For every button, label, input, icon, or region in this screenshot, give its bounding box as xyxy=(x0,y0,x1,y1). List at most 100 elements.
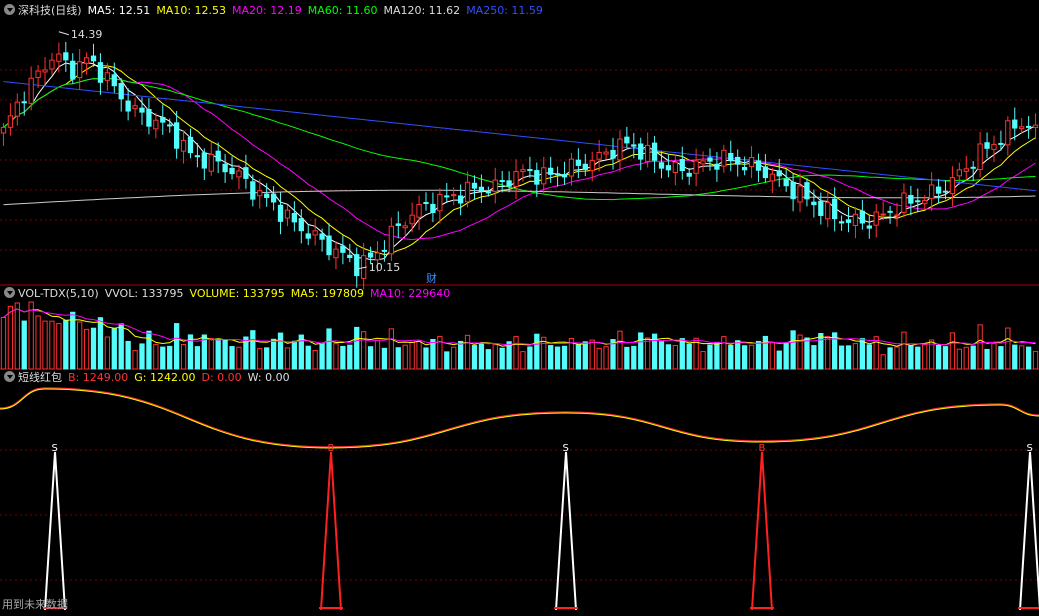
vol-legend-0: VOL-TDX(5,10) xyxy=(18,287,99,300)
volume-bar-28 xyxy=(194,346,201,370)
volume-bar-51 xyxy=(354,326,360,370)
panel-menu-icon[interactable] xyxy=(4,371,15,382)
volume-legend: VOL-TDX(5,10) VVOL: 133795 VOLUME: 133795 M… xyxy=(0,286,456,302)
candle-body-68 xyxy=(471,182,478,189)
volume-bar-113 xyxy=(783,342,789,370)
candle-body-53 xyxy=(367,252,374,258)
candle-body-97 xyxy=(672,161,678,173)
candle-body-4 xyxy=(28,77,34,104)
volume-bar-32 xyxy=(222,339,228,370)
volume-bar-110 xyxy=(762,335,769,370)
volume-bar-70 xyxy=(485,349,491,370)
candle-body-8 xyxy=(56,53,62,62)
candle-body-34 xyxy=(236,170,242,178)
candle-body-67 xyxy=(464,181,471,203)
candle-body-91 xyxy=(631,144,637,147)
panel-menu-icon[interactable] xyxy=(4,4,15,15)
candle-body-11 xyxy=(77,61,83,79)
volume-bar-105 xyxy=(728,344,734,370)
candle-body-147 xyxy=(1019,126,1025,130)
volume-bar-68 xyxy=(471,345,478,370)
candle-body-23 xyxy=(160,116,166,123)
volume-bar-140 xyxy=(970,345,976,370)
candle-body-134 xyxy=(928,184,935,199)
candle-body-33 xyxy=(229,167,235,175)
candle-body-110 xyxy=(762,166,769,179)
candle-body-78 xyxy=(541,167,547,185)
candle-body-60 xyxy=(416,203,422,218)
candle-body-148 xyxy=(1025,125,1032,128)
volume-bar-47 xyxy=(326,328,332,370)
signal-label-0: S xyxy=(52,443,58,454)
candle-body-124 xyxy=(859,210,866,224)
candle-body-17 xyxy=(118,83,124,100)
candle-body-50 xyxy=(347,254,353,259)
volume-bar-2 xyxy=(14,302,20,370)
volume-bar-107 xyxy=(741,345,748,370)
volume-bar-136 xyxy=(942,346,949,370)
candle-body-84 xyxy=(582,163,588,170)
candle-body-56 xyxy=(388,225,395,255)
volume-bar-146 xyxy=(1012,344,1018,370)
volume-bar-97 xyxy=(672,345,678,370)
candle-body-45 xyxy=(312,230,318,236)
volume-bar-104 xyxy=(721,336,727,370)
volume-bar-19 xyxy=(132,350,138,370)
candle-body-76 xyxy=(527,169,533,172)
chart-canvas: 14.39 10.15 财 S B S B S xyxy=(0,28,1039,611)
candle-body-12 xyxy=(83,57,90,64)
candle-body-137 xyxy=(949,177,956,195)
volume-bar-11 xyxy=(77,321,83,370)
volume-bar-135 xyxy=(935,345,942,370)
volume-bar-65 xyxy=(451,346,457,370)
volume-bar-98 xyxy=(679,338,685,370)
volume-bar-93 xyxy=(644,337,651,370)
volume-bar-17 xyxy=(118,323,124,370)
volume-bar-22 xyxy=(153,344,159,370)
ma-legend-5: MA250: 11.59 xyxy=(466,4,543,17)
candle-body-57 xyxy=(395,223,401,226)
candle-body-16 xyxy=(111,74,117,87)
candle-body-82 xyxy=(568,158,575,177)
candle-body-131 xyxy=(908,194,914,204)
candle-body-74 xyxy=(513,171,519,187)
signal-spike-2 xyxy=(555,451,577,611)
candle-body-133 xyxy=(922,200,928,205)
volume-bar-42 xyxy=(291,340,298,370)
candle-body-85 xyxy=(589,160,595,172)
signal-label-4: S xyxy=(1027,443,1033,454)
candle-body-25 xyxy=(173,122,180,149)
signal-label-1: B xyxy=(328,443,335,454)
candle-body-126 xyxy=(873,211,879,226)
vol-legend-2: VOLUME: 133795 xyxy=(189,287,285,300)
volume-bar-30 xyxy=(208,337,214,370)
candle-body-117 xyxy=(811,201,817,206)
panel-menu-icon[interactable] xyxy=(4,287,15,298)
candle-body-13 xyxy=(90,55,97,62)
candle-body-129 xyxy=(894,214,900,217)
candle-body-30 xyxy=(208,153,214,172)
candle-body-102 xyxy=(707,157,713,162)
volume-bar-143 xyxy=(991,343,997,370)
high-label: 14.39 xyxy=(71,28,103,41)
candle-body-111 xyxy=(769,173,775,182)
candle-body-10 xyxy=(70,60,76,80)
ma-line-60 xyxy=(3,77,1036,201)
volume-bar-38 xyxy=(264,347,270,370)
candle-body-18 xyxy=(125,100,131,112)
volume-bar-59 xyxy=(409,341,415,370)
volume-bar-53 xyxy=(367,346,374,370)
candle-body-114 xyxy=(790,181,796,200)
candle-body-108 xyxy=(748,157,755,168)
candle-body-58 xyxy=(402,225,408,229)
candle-body-44 xyxy=(305,233,311,239)
signal-spike-3 xyxy=(751,451,773,611)
candle-body-109 xyxy=(755,160,762,171)
candle-body-37 xyxy=(257,190,263,197)
candle-body-6 xyxy=(42,69,48,73)
candle-body-72 xyxy=(499,180,505,183)
candle-body-125 xyxy=(866,225,872,229)
indicator-legend: 短线红包 B: 1249.00 G: 1242.00 D: 0.00 W: 0.00 xyxy=(0,370,296,386)
volume-bar-122 xyxy=(845,345,852,370)
candle-body-36 xyxy=(250,181,256,200)
